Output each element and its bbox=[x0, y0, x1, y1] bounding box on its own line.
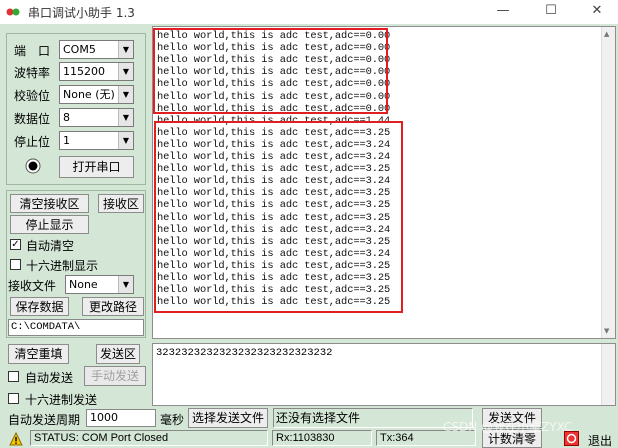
stop-display-button[interactable]: 停止显示 bbox=[10, 215, 89, 234]
rx-area-button[interactable]: 接收区 bbox=[98, 194, 144, 213]
parity-label: 校验位 bbox=[14, 89, 51, 103]
receive-textarea[interactable]: hello world,this is adc test,adc==0.00 he… bbox=[152, 26, 616, 339]
period-input[interactable]: 1000 bbox=[86, 409, 156, 427]
chevron-down-icon: ▼ bbox=[118, 276, 133, 293]
status-text: STATUS: COM Port Closed bbox=[30, 430, 268, 446]
minimize-button[interactable]: — bbox=[486, 0, 520, 24]
parity-select[interactable]: None (无) ▼ bbox=[59, 85, 134, 104]
scroll-up-icon[interactable]: ▲ bbox=[604, 30, 609, 38]
warning-icon bbox=[9, 432, 23, 446]
watermark: CSDN @我在小屋ZYXC bbox=[443, 420, 573, 434]
period-label: 自动发送周期 bbox=[8, 413, 81, 427]
select-send-file-button[interactable]: 选择发送文件 bbox=[188, 408, 268, 428]
hex-send-checkbox[interactable] bbox=[8, 393, 19, 404]
app-icon bbox=[6, 8, 20, 16]
rx-count: Rx:1103830 bbox=[272, 430, 372, 446]
send-scrollbar[interactable] bbox=[601, 344, 615, 405]
databits-select[interactable]: 8 ▼ bbox=[59, 108, 134, 127]
baud-select[interactable]: 115200 ▼ bbox=[59, 62, 134, 81]
open-port-button[interactable]: 打开串口 bbox=[59, 156, 134, 178]
chevron-down-icon: ▼ bbox=[118, 132, 133, 149]
tx-area-button[interactable]: 发送区 bbox=[96, 344, 140, 364]
rx-file-select[interactable]: None ▼ bbox=[65, 275, 134, 294]
highlight-box-zero bbox=[153, 28, 388, 114]
chevron-down-icon: ▼ bbox=[118, 86, 133, 103]
maximize-button[interactable]: ☐ bbox=[534, 0, 568, 24]
auto-send-checkbox[interactable] bbox=[8, 371, 19, 382]
stopbits-label: 停止位 bbox=[14, 135, 51, 149]
change-path-button[interactable]: 更改路径 bbox=[82, 297, 144, 316]
clear-receive-button[interactable]: 清空接收区 bbox=[10, 194, 89, 213]
window-title: 串口调试小助手 1.3 bbox=[28, 6, 135, 20]
hex-display-checkbox[interactable] bbox=[10, 259, 21, 270]
stopbits-select[interactable]: 1 ▼ bbox=[59, 131, 134, 150]
app-window: 串口调试小助手 1.3 — ☐ ✕ 端 口 COM5 ▼ 波特率 115200 ▼ … bbox=[0, 0, 618, 448]
hex-send-label: 十六进制发送 bbox=[25, 393, 98, 407]
port-label: 端 口 bbox=[14, 44, 51, 58]
auto-clear-checkbox[interactable]: ✓ bbox=[10, 239, 21, 250]
exit-button[interactable]: 退出 bbox=[588, 432, 612, 448]
baud-label: 波特率 bbox=[14, 66, 51, 80]
close-button[interactable]: ✕ bbox=[580, 0, 614, 24]
save-data-button[interactable]: 保存数据 bbox=[10, 297, 69, 316]
port-status-indicator-icon bbox=[25, 158, 41, 174]
ms-label: 毫秒 bbox=[160, 413, 185, 427]
vertical-scrollbar[interactable]: ▲ ▼ bbox=[601, 27, 615, 338]
chevron-down-icon: ▼ bbox=[118, 63, 133, 80]
auto-send-label: 自动发送 bbox=[25, 371, 74, 385]
highlight-box-high bbox=[154, 121, 403, 313]
title-bar: 串口调试小助手 1.3 — ☐ ✕ bbox=[0, 0, 618, 24]
clear-resend-button[interactable]: 清空重填 bbox=[8, 344, 69, 364]
port-select[interactable]: COM5 ▼ bbox=[59, 40, 134, 59]
manual-send-button[interactable]: 手动发送 bbox=[84, 366, 146, 386]
send-text: 3232323232323232323232323232 bbox=[156, 347, 333, 359]
rx-file-label: 接收文件 bbox=[8, 279, 57, 293]
scroll-down-icon[interactable]: ▼ bbox=[604, 327, 609, 335]
auto-clear-label: 自动清空 bbox=[26, 239, 75, 253]
chevron-down-icon: ▼ bbox=[118, 41, 133, 58]
chevron-down-icon: ▼ bbox=[118, 109, 133, 126]
hex-display-label: 十六进制显示 bbox=[26, 259, 99, 273]
path-field[interactable]: C:\COMDATA\ bbox=[8, 319, 144, 336]
send-textarea[interactable]: 3232323232323232323232323232 bbox=[152, 343, 616, 406]
databits-label: 数据位 bbox=[14, 112, 51, 126]
